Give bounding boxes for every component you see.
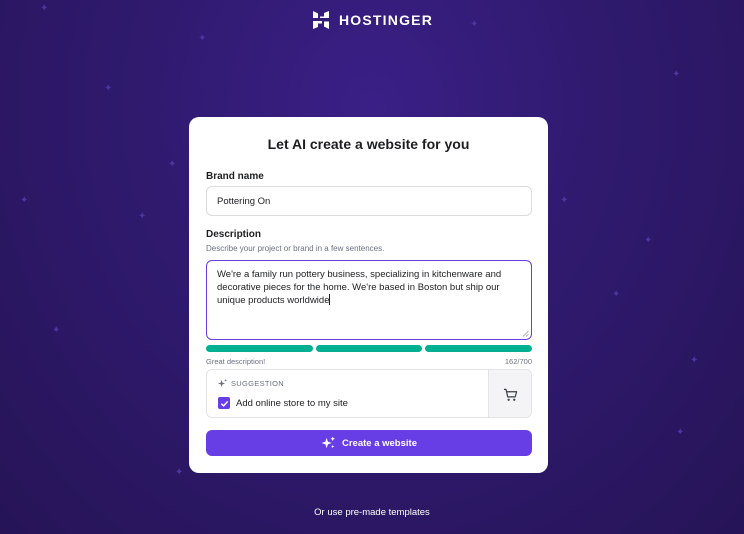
create-website-button[interactable]: Create a website bbox=[206, 430, 532, 456]
ai-website-card: Let AI create a website for you Brand na… bbox=[189, 117, 548, 473]
strength-segment bbox=[315, 345, 423, 352]
sparkle-icon: ✦ bbox=[672, 69, 681, 80]
description-textarea[interactable]: We're a family run pottery business, spe… bbox=[206, 260, 532, 340]
sparkle-icon: ✦ bbox=[168, 159, 177, 170]
description-strength-meter bbox=[206, 345, 533, 352]
create-website-label: Create a website bbox=[342, 437, 417, 449]
suggestion-box: SUGGESTION Add online store to my site bbox=[206, 369, 532, 418]
sparkle-icon: ✦ bbox=[676, 427, 685, 438]
sparkle-icon: ✦ bbox=[104, 83, 113, 94]
sparkle-icon: ✦ bbox=[198, 33, 207, 44]
sparkle-icon: ✦ bbox=[138, 211, 147, 222]
description-value: We're a family run pottery business, spe… bbox=[217, 269, 502, 306]
description-helper: Describe your project or brand in a few … bbox=[206, 244, 385, 253]
suggestion-heading-text: SUGGESTION bbox=[231, 379, 285, 388]
online-store-checkbox[interactable] bbox=[218, 397, 230, 409]
sparkle-icon: ✦ bbox=[644, 235, 653, 246]
hostinger-logo[interactable]: HOSTINGER bbox=[0, 10, 744, 30]
cart-panel bbox=[488, 370, 531, 417]
pre-made-templates-link[interactable]: Or use pre-made templates bbox=[0, 507, 744, 518]
sparkles-icon bbox=[321, 436, 336, 449]
sparkles-icon bbox=[218, 379, 227, 388]
brand-name-input[interactable]: Pottering On bbox=[206, 186, 532, 216]
shopping-cart-icon bbox=[503, 388, 517, 401]
sparkle-icon: ✦ bbox=[20, 195, 29, 206]
logo-text: HOSTINGER bbox=[338, 12, 434, 28]
checkmark-icon bbox=[220, 400, 228, 407]
character-counter: 162/700 bbox=[504, 357, 532, 366]
sparkle-icon: ✦ bbox=[690, 355, 699, 366]
brand-name-value: Pottering On bbox=[217, 196, 271, 207]
resize-handle-icon[interactable] bbox=[522, 330, 529, 337]
strength-segment bbox=[206, 345, 313, 352]
suggestion-heading: SUGGESTION bbox=[218, 379, 284, 388]
brand-name-label: Brand name bbox=[206, 171, 264, 182]
text-cursor bbox=[329, 294, 331, 305]
card-title: Let AI create a website for you bbox=[267, 136, 470, 152]
strength-segment bbox=[425, 345, 533, 352]
online-store-option[interactable]: Add online store to my site bbox=[218, 397, 348, 409]
sparkle-icon: ✦ bbox=[560, 195, 569, 206]
online-store-label[interactable]: Add online store to my site bbox=[236, 398, 348, 409]
sparkle-icon: ✦ bbox=[612, 289, 621, 300]
strength-hint: Great description! bbox=[206, 357, 266, 366]
hostinger-logo-icon bbox=[312, 11, 329, 29]
sparkle-icon: ✦ bbox=[52, 325, 61, 336]
sparkle-icon: ✦ bbox=[175, 467, 184, 478]
description-label: Description bbox=[206, 229, 262, 240]
